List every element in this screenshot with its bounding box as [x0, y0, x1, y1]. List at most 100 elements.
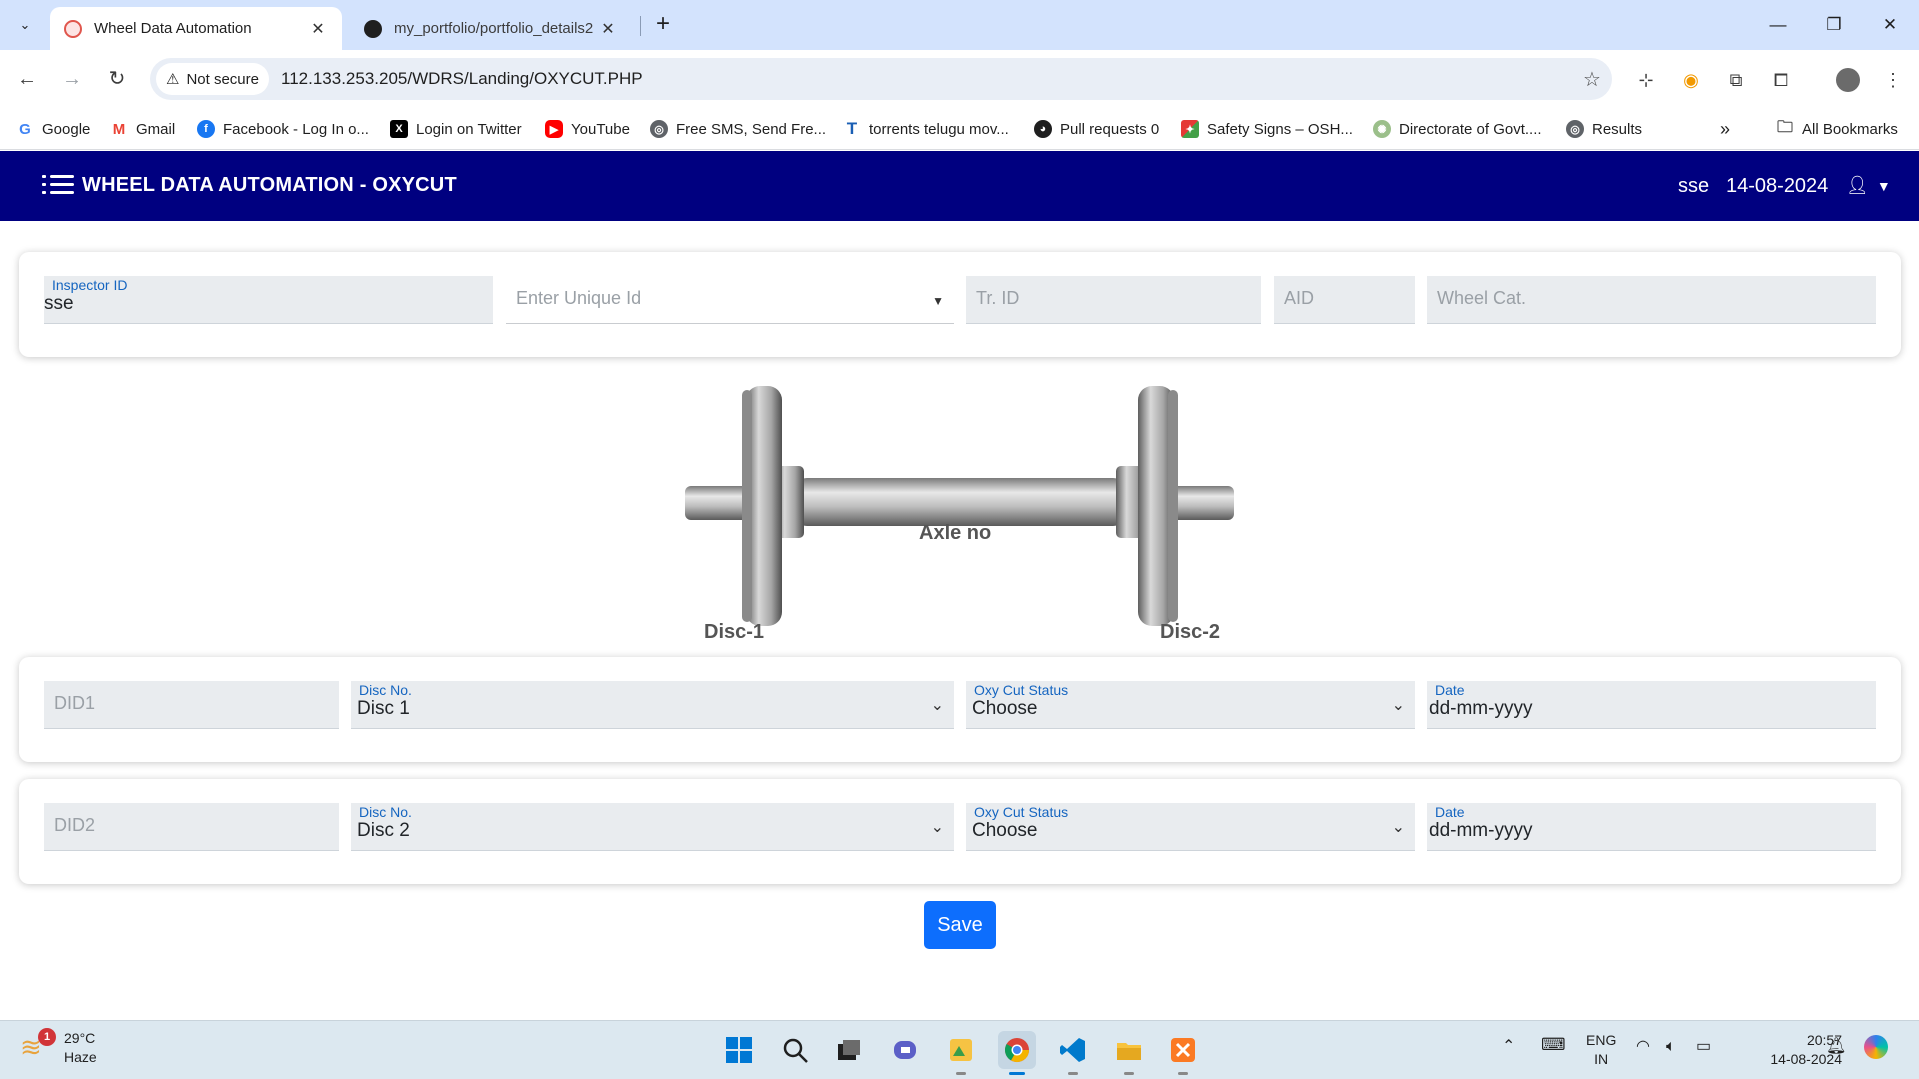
notification-bell-icon[interactable]: 🔔︎: [1826, 1037, 1846, 1056]
running-indicator: [956, 1072, 966, 1075]
tab-portfolio[interactable]: my_portfolio/portfolio_details2 ✕: [350, 7, 632, 50]
bookmark-star-icon[interactable]: ☆: [1572, 67, 1612, 92]
user-icon: 👤︎: [1846, 175, 1869, 195]
did2-field[interactable]: DID2: [44, 803, 339, 851]
oxy-cut-status-select-1[interactable]: Oxy Cut Status Choose ⌄: [966, 681, 1415, 729]
disc-no-select-1[interactable]: Disc No. Disc 1 ⌄: [351, 681, 954, 729]
bookmarks-overflow-button[interactable]: »: [1720, 116, 1730, 142]
oxy-cut-status-select-2[interactable]: Oxy Cut Status Choose ⌄: [966, 803, 1415, 851]
t-icon: T: [846, 119, 858, 138]
show-hidden-icons-button[interactable]: ⌃: [1502, 1037, 1515, 1056]
bookmark-directorate[interactable]: ✺ Directorate of Govt....: [1373, 116, 1542, 142]
vscode-icon[interactable]: [1054, 1031, 1092, 1075]
start-button[interactable]: [720, 1031, 758, 1069]
bookmark-google[interactable]: G Google: [16, 116, 90, 142]
close-tab-icon[interactable]: ✕: [598, 19, 618, 39]
date-label: Date: [1435, 682, 1465, 698]
disc-no-select-2[interactable]: Disc No. Disc 2 ⌄: [351, 803, 954, 851]
all-bookmarks-button[interactable]: 🗀 All Bookmarks: [1776, 116, 1898, 142]
menu-list-icon[interactable]: [42, 173, 74, 199]
tab-wheel-data-automation[interactable]: Wheel Data Automation ✕: [50, 7, 342, 50]
profile-avatar-icon[interactable]: [1834, 66, 1862, 94]
bookmark-facebook[interactable]: f Facebook - Log In o...: [197, 116, 369, 142]
tab-separator: [640, 16, 641, 36]
menu-kebab-icon[interactable]: ⋮: [1879, 66, 1907, 94]
caret-down-icon: ▼: [1876, 177, 1891, 194]
file-explorer-icon[interactable]: [1110, 1031, 1148, 1075]
windows-taskbar: ≋ 1 29°C Haze ⌃ ⌨ ENG IN ◠ 🔈︎ ▭ 20:57 14…: [0, 1020, 1919, 1079]
browser-toolbar: ← → ↻ ⚠ Not secure 112.133.253.205/WDRS/…: [0, 50, 1919, 108]
search-icon[interactable]: [776, 1031, 814, 1069]
bookmark-label: Free SMS, Send Fre...: [676, 120, 827, 138]
lens-icon[interactable]: ⊹: [1632, 66, 1660, 94]
extensions-puzzle-icon[interactable]: ⧠: [1767, 66, 1795, 94]
bookmark-pull-requests[interactable]: ◕ Pull requests 0: [1034, 116, 1159, 142]
close-tab-icon[interactable]: ✕: [308, 19, 328, 39]
tab-search-button[interactable]: ⌄: [12, 12, 38, 38]
tab-groups-icon[interactable]: ⧉: [1722, 66, 1750, 94]
bookmark-label: Login on Twitter: [416, 120, 522, 138]
bookmark-twitter[interactable]: X Login on Twitter: [390, 116, 522, 142]
battery-icon[interactable]: ▭: [1696, 1037, 1711, 1056]
language-indicator[interactable]: ENG IN: [1586, 1031, 1616, 1069]
bookmark-youtube[interactable]: ▶ YouTube: [545, 116, 630, 142]
date-input-1[interactable]: Date dd-mm-yyyy: [1427, 681, 1876, 729]
bookmark-safety-signs[interactable]: ✦ Safety Signs – OSH...: [1181, 116, 1353, 142]
running-indicator: [1178, 1072, 1188, 1075]
inspector-id-label: Inspector ID: [52, 277, 128, 293]
axle-number-label: Axle no: [919, 522, 992, 544]
save-button[interactable]: Save: [924, 901, 996, 949]
gmail-icon: M: [112, 120, 126, 138]
forward-button[interactable]: →: [57, 64, 87, 94]
inspector-id-field[interactable]: Inspector ID sse: [44, 276, 493, 324]
security-chip[interactable]: ⚠ Not secure: [156, 63, 269, 95]
wifi-icon[interactable]: ◠: [1636, 1037, 1650, 1056]
disc-1-flange: [742, 390, 752, 622]
photos-app-icon[interactable]: [942, 1031, 980, 1075]
back-button[interactable]: ←: [12, 64, 42, 94]
disc-1-card: DID1 Disc No. Disc 1 ⌄ Oxy Cut Status Ch…: [19, 657, 1901, 762]
wheelset-illustration: [685, 386, 1234, 626]
volume-icon[interactable]: 🔈︎: [1666, 1037, 1676, 1056]
bookmarks-bar: G Google M Gmail f Facebook - Log In o... X…: [0, 108, 1919, 150]
keyboard-icon[interactable]: ⌨: [1541, 1035, 1566, 1054]
minimize-button[interactable]: —: [1758, 10, 1798, 40]
bookmark-free-sms[interactable]: ◎ Free SMS, Send Fre...: [650, 116, 826, 142]
url-text[interactable]: 112.133.253.205/WDRS/Landing/OXYCUT.PHP: [281, 69, 1572, 89]
weather-widget[interactable]: ≋ 1 29°C Haze: [20, 1028, 97, 1067]
running-indicator: [1009, 1072, 1025, 1075]
reload-button[interactable]: ↻: [102, 64, 132, 94]
did1-field[interactable]: DID1: [44, 681, 339, 729]
close-window-button[interactable]: ✕: [1870, 10, 1910, 40]
date-input-2[interactable]: Date dd-mm-yyyy: [1427, 803, 1876, 851]
copilot-icon[interactable]: [1864, 1035, 1888, 1064]
new-tab-button[interactable]: +: [650, 12, 676, 38]
chrome-icon[interactable]: [998, 1031, 1036, 1075]
oxy-cut-status-label: Oxy Cut Status: [974, 682, 1069, 698]
unique-id-placeholder: Enter Unique Id: [516, 288, 642, 308]
chevron-down-icon: ⌄: [1391, 819, 1405, 836]
chevron-down-icon: ⌄: [930, 697, 944, 714]
user-menu-dropdown[interactable]: 👤︎ ▼: [1846, 175, 1891, 196]
bookmark-label: torrents telugu mov...: [869, 120, 1009, 138]
disc-no-value: Disc 2: [357, 820, 410, 841]
extension-icon[interactable]: ◉: [1677, 66, 1705, 94]
bookmark-gmail[interactable]: M Gmail: [110, 116, 175, 142]
folder-icon: 🗀: [1776, 118, 1793, 136]
unique-id-select[interactable]: Enter Unique Id ▼: [506, 276, 954, 324]
date-value: dd-mm-yyyy: [1429, 820, 1533, 841]
language-code: ENG: [1586, 1032, 1617, 1048]
task-view-icon[interactable]: [830, 1031, 868, 1069]
tr-id-field[interactable]: Tr. ID: [966, 276, 1261, 324]
oxy-cut-status-label: Oxy Cut Status: [974, 804, 1069, 820]
aid-field[interactable]: AID: [1274, 276, 1415, 324]
browser-tabstrip: ⌄ Wheel Data Automation ✕ my_portfolio/p…: [0, 0, 1919, 50]
xampp-icon[interactable]: [1164, 1031, 1202, 1075]
address-bar[interactable]: ⚠ Not secure 112.133.253.205/WDRS/Landin…: [150, 58, 1612, 100]
wheel-category-field[interactable]: Wheel Cat.: [1427, 276, 1876, 324]
bookmark-torrents[interactable]: Ttorrents telugu mov...: [843, 116, 1009, 142]
bookmark-label: Gmail: [136, 120, 176, 138]
restore-button[interactable]: ❐: [1814, 10, 1854, 40]
teams-chat-icon[interactable]: [886, 1031, 924, 1069]
bookmark-results[interactable]: ◎ Results: [1566, 116, 1642, 142]
